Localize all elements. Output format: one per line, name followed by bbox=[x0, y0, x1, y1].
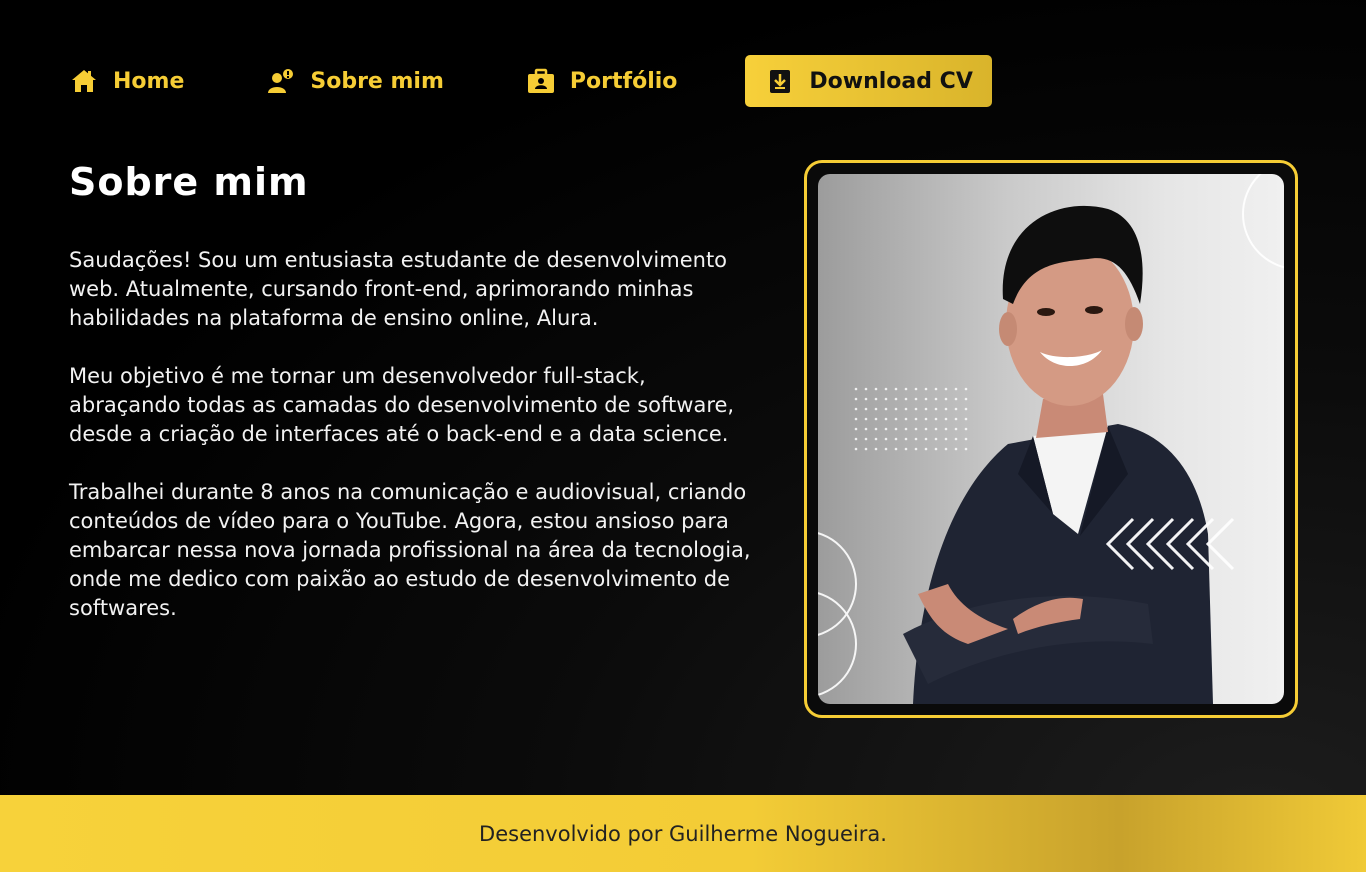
profile-photo-frame bbox=[804, 160, 1298, 718]
nav-portfolio-label: Portfólio bbox=[569, 68, 678, 94]
about-paragraph: Saudações! Sou um entusiasta estudante d… bbox=[69, 248, 728, 330]
footer: Desenvolvido por Guilherme Nogueira. bbox=[0, 795, 1366, 872]
nav-portfolio[interactable]: Portfólio bbox=[526, 66, 678, 96]
download-icon bbox=[765, 66, 795, 96]
briefcase-icon bbox=[526, 66, 556, 96]
footer-credit: Desenvolvido por Guilherme Nogueira. bbox=[479, 821, 887, 846]
nav-home[interactable]: Home bbox=[69, 66, 184, 96]
home-icon bbox=[69, 66, 99, 96]
nav-sobre-mim[interactable]: Sobre mim bbox=[266, 66, 444, 96]
about-paragraph: Meu objetivo é me tornar um desenvolvedo… bbox=[69, 364, 735, 446]
profile-photo bbox=[818, 174, 1284, 704]
page-title: Sobre mim bbox=[69, 160, 309, 204]
download-cv-button[interactable]: Download CV bbox=[745, 55, 992, 107]
nav-sobre-mim-label: Sobre mim bbox=[310, 68, 444, 94]
dot-grid-decoration bbox=[854, 387, 968, 451]
user-info-icon bbox=[266, 66, 296, 96]
about-text: Saudações! Sou um entusiasta estudante d… bbox=[69, 246, 759, 652]
main-nav: Home Sobre mim Portfólio Download CV bbox=[69, 55, 992, 107]
download-cv-label: Download CV bbox=[809, 68, 973, 94]
profile-portrait-illustration bbox=[818, 174, 1284, 704]
about-paragraph: Trabalhei durante 8 anos na comunicação … bbox=[69, 480, 751, 620]
nav-home-label: Home bbox=[113, 68, 185, 94]
